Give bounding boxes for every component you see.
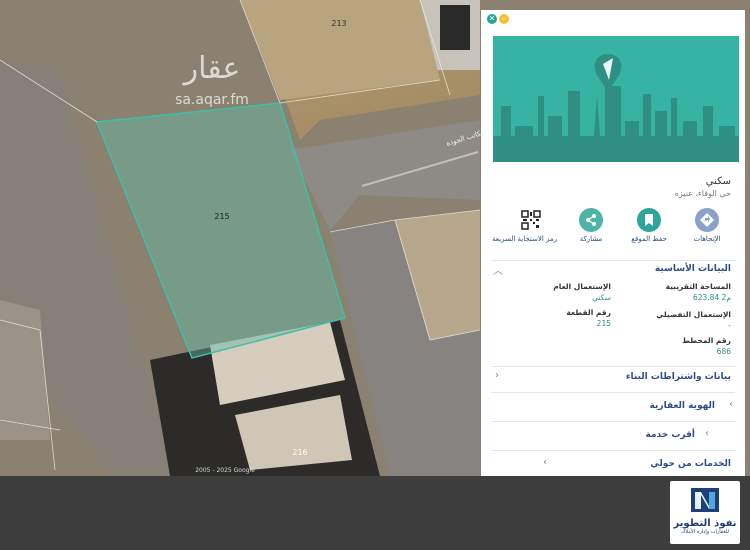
panel-header: ✕ – — [481, 10, 745, 28]
general-use-value: سكني — [592, 293, 611, 302]
basic-data-heading[interactable]: البيانات الأساسية — [655, 264, 731, 274]
place-subtitle: حي الوفاء، عنيزه — [674, 189, 731, 198]
place-title: سكني — [705, 176, 731, 187]
general-use-label: الإستعمال العام — [553, 282, 611, 291]
detailed-use-value: - — [728, 321, 731, 330]
parcel-info-panel: ✕ – سكني حي الوفاء، عنيزه الإتجاهات حفظ … — [481, 10, 745, 476]
real-estate-id-section[interactable]: الهوية العقارية — [650, 401, 715, 411]
parcel-label-south: 216 — [292, 448, 307, 457]
city-skyline-banner — [493, 36, 739, 162]
plot-number-label: رقم القطعة — [566, 308, 611, 317]
share-button[interactable]: مشاركة — [565, 208, 617, 243]
nearest-service-section[interactable]: أقرب خدمة — [646, 430, 695, 440]
chevron-left-icon[interactable]: › — [705, 428, 709, 439]
company-logo: نفوذ التطوير للعقارات وإدارة الأملاك — [670, 481, 740, 544]
action-label: رمز الاستجابة السريعة — [492, 235, 557, 243]
minimize-icon[interactable]: – — [499, 14, 509, 24]
building-conditions-section[interactable]: بيانات واشتراطات البناء — [626, 372, 731, 382]
map-attribution: 2005 - 2025 Google — [195, 467, 255, 474]
logo-name: نفوذ التطوير — [673, 518, 737, 529]
pin-icon — [594, 54, 622, 90]
building-shadow — [440, 5, 470, 50]
action-label: حفظ الموقع — [631, 235, 667, 243]
bookmark-icon — [637, 208, 661, 232]
detailed-use-label: الإستعمال التفصيلي — [656, 310, 731, 319]
action-label: مشاركة — [579, 235, 603, 243]
action-bar: الإتجاهات حفظ الموقع مشاركة رمز الاستجاب… — [492, 208, 733, 252]
parcel-label-selected: 215 — [214, 212, 229, 221]
plan-number-label: رقم المخطط — [682, 336, 731, 345]
divider — [491, 366, 735, 367]
save-location-button[interactable]: حفظ الموقع — [623, 208, 675, 243]
divider — [491, 421, 735, 422]
divider — [491, 260, 735, 261]
skyline-icon — [493, 54, 739, 162]
chevron-up-icon[interactable]: ︿ — [493, 262, 503, 277]
services-around-section[interactable]: الخدمات من حولي — [650, 459, 731, 469]
divider — [491, 392, 735, 393]
directions-button[interactable]: الإتجاهات — [681, 208, 733, 243]
logo-mark-icon — [691, 488, 719, 512]
watermark-url: sa.aqar.fm — [175, 92, 249, 108]
qr-code-icon — [519, 208, 543, 232]
logo-tagline: للعقارات وإدارة الأملاك — [681, 529, 729, 535]
share-icon — [579, 208, 603, 232]
plot-number-value: 215 — [596, 319, 611, 328]
watermark-brand: عقار — [182, 51, 241, 86]
close-icon[interactable]: ✕ — [487, 14, 497, 24]
chevron-left-icon[interactable]: ‹ — [495, 370, 499, 381]
plan-number-value: 686 — [716, 347, 731, 356]
area-value: 623.84 م2 — [692, 293, 731, 302]
chevron-left-icon[interactable]: › — [729, 399, 733, 410]
qr-code-button[interactable]: رمز الاستجابة السريعة — [492, 208, 557, 243]
directions-icon — [695, 208, 719, 232]
chevron-left-icon[interactable]: › — [543, 457, 547, 468]
action-label: الإتجاهات — [693, 235, 721, 243]
divider — [491, 450, 735, 451]
parcel-label-north: 213 — [331, 19, 346, 28]
area-label: المساحة التقريبية — [665, 282, 731, 291]
footer-bar: نفوذ التطوير للعقارات وإدارة الأملاك — [0, 476, 750, 550]
